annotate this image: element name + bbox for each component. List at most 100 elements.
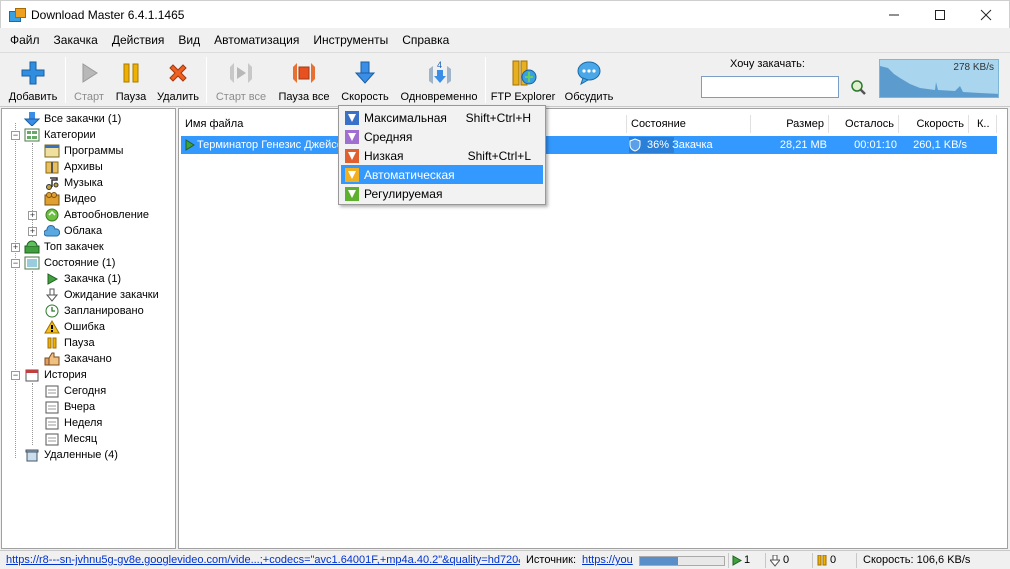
tree-item-week[interactable]: Неделя <box>44 415 102 431</box>
want-download-label: Хочу закачать: <box>730 58 805 70</box>
waiting-arrow-icon <box>770 555 780 567</box>
maximize-icon <box>935 9 945 20</box>
tree-line <box>32 271 33 365</box>
status-waiting-count: 0 <box>783 554 790 566</box>
tree-item-deleted[interactable]: Удаленные (4) <box>24 447 118 463</box>
tree-item-top[interactable]: Топ закачек <box>24 239 104 255</box>
speed-option-label: Максимальная <box>364 110 447 125</box>
search-icon <box>851 80 866 95</box>
menu-help[interactable]: Справка <box>395 29 456 51</box>
tree-collapse-toggle[interactable]: − <box>11 259 20 268</box>
pause-button[interactable]: Пауза <box>112 55 150 107</box>
pause-icon <box>117 59 145 87</box>
row-state: 36% Закачка <box>647 139 713 151</box>
column-header-speed[interactable]: Скорость <box>903 115 969 133</box>
tree-item-all[interactable]: Все закачки (1) <box>24 111 121 127</box>
tree-item-video[interactable]: Видео <box>44 191 96 207</box>
speed-graph-label: 278 KB/s <box>953 62 994 73</box>
tree-item-waiting[interactable]: Ожидание закачки <box>44 287 159 303</box>
toolbar-separator <box>485 57 486 103</box>
ftp-explorer-icon <box>509 59 537 87</box>
tree-item-today[interactable]: Сегодня <box>44 383 106 399</box>
menu-tools[interactable]: Инструменты <box>306 29 395 51</box>
simultaneous-button[interactable]: 4 Одновременно <box>396 55 482 107</box>
add-button[interactable]: Добавить <box>4 55 62 107</box>
tree-item-state[interactable]: Состояние (1) <box>24 255 115 271</box>
tree-label: Запланировано <box>64 305 144 317</box>
status-speed: Скорость: 106,6 KB/s <box>863 554 971 566</box>
tree-label: Неделя <box>64 417 103 429</box>
tree-item-scheduled[interactable]: Запланировано <box>44 303 144 319</box>
speed-option-shortcut: Shift+Ctrl+L <box>467 148 531 163</box>
start-all-button[interactable]: Старт все <box>210 55 272 107</box>
tree-label: Музыка <box>64 177 103 189</box>
status-progress-fill <box>640 557 678 565</box>
menu-automation[interactable]: Автоматизация <box>207 29 306 51</box>
close-button[interactable] <box>963 1 1009 29</box>
speed-option-low[interactable]: Низкая Shift+Ctrl+L <box>341 146 543 165</box>
tree-item-clouds[interactable]: Облака <box>44 223 102 239</box>
tree-item-music[interactable]: Музыка <box>44 175 103 191</box>
speed-option-auto[interactable]: Автоматическая <box>341 165 543 184</box>
tree-item-done[interactable]: Закачано <box>44 351 112 367</box>
tree-label: Все закачки (1) <box>44 113 122 125</box>
tree-item-programs[interactable]: Программы <box>44 143 123 159</box>
table-row[interactable]: Терминатор Генезис Джейсо 36% Закачка 28… <box>181 136 997 154</box>
menu-file[interactable]: Файл <box>3 29 47 51</box>
column-header-k[interactable]: К.. <box>975 115 997 133</box>
search-button[interactable] <box>849 78 867 96</box>
tree-line <box>15 123 16 458</box>
tree-item-autoupdate[interactable]: Автообновление <box>44 207 149 223</box>
play-icon <box>75 59 103 87</box>
want-download-input[interactable] <box>701 76 839 98</box>
title-bar: Download Master 6.4.1.1465 <box>0 0 1010 28</box>
status-separator <box>812 553 813 568</box>
tree-item-error[interactable]: Ошибка <box>44 319 105 335</box>
tree-expand-toggle[interactable]: + <box>28 227 37 236</box>
delete-button[interactable]: Удалить <box>153 55 203 107</box>
status-separator <box>765 553 766 568</box>
chat-bubble-icon <box>575 59 603 87</box>
menu-actions[interactable]: Действия <box>105 29 172 51</box>
status-url-link[interactable]: https://r8---sn-jvhnu5g-gv8e.googlevideo… <box>6 554 520 566</box>
tree-item-history[interactable]: История <box>24 367 87 383</box>
column-header-size[interactable]: Размер <box>755 115 829 133</box>
tree-label: Закачка (1) <box>64 273 122 285</box>
tree-expand-toggle[interactable]: + <box>11 243 20 252</box>
tree-label: Состояние (1) <box>44 257 116 269</box>
pause-all-button[interactable]: Пауза все <box>274 55 334 107</box>
discuss-button[interactable]: Обсудить <box>560 55 618 107</box>
music-icon <box>46 177 59 190</box>
tree-label: Видео <box>64 193 97 205</box>
ftp-explorer-button[interactable]: FTP Explorer <box>489 55 557 107</box>
row-size: 28,21 MB <box>779 139 827 151</box>
column-header-state[interactable]: Состояние <box>631 115 751 133</box>
tree-label: Ошибка <box>64 321 105 333</box>
speed-graph: 278 KB/s <box>879 59 999 98</box>
menu-download[interactable]: Закачка <box>47 29 105 51</box>
simultaneous-icon: 4 <box>425 59 453 87</box>
minimize-icon <box>889 14 899 15</box>
tree-item-paused[interactable]: Пауза <box>44 335 95 351</box>
tree-collapse-toggle[interactable]: − <box>11 371 20 380</box>
speed-button[interactable]: Скорость <box>337 55 393 107</box>
row-time-left: 00:01:10 <box>854 139 897 151</box>
speed-option-max[interactable]: Максимальная Shift+Ctrl+H <box>341 108 543 127</box>
tree-item-downloading[interactable]: Закачка (1) <box>44 271 121 287</box>
tree-item-yesterday[interactable]: Вчера <box>44 399 95 415</box>
status-bar: https://r8---sn-jvhnu5g-gv8e.googlevideo… <box>0 550 1010 569</box>
start-button[interactable]: Старт <box>69 55 109 107</box>
tree-collapse-toggle[interactable]: − <box>11 131 20 140</box>
tree-expand-toggle[interactable]: + <box>28 211 37 220</box>
tree-item-categories[interactable]: Категории <box>24 127 96 143</box>
speed-option-custom[interactable]: Регулируемая <box>341 184 543 203</box>
status-source-link[interactable]: https://you <box>582 554 634 566</box>
tree-item-month[interactable]: Месяц <box>44 431 97 447</box>
tree-item-archives[interactable]: Архивы <box>44 159 103 175</box>
column-header-left[interactable]: Осталось <box>833 115 899 133</box>
category-list-icon <box>24 128 40 142</box>
menu-view[interactable]: Вид <box>171 29 207 51</box>
speed-option-medium[interactable]: Средняя <box>341 127 543 146</box>
maximize-button[interactable] <box>917 1 963 29</box>
minimize-button[interactable] <box>871 1 917 29</box>
